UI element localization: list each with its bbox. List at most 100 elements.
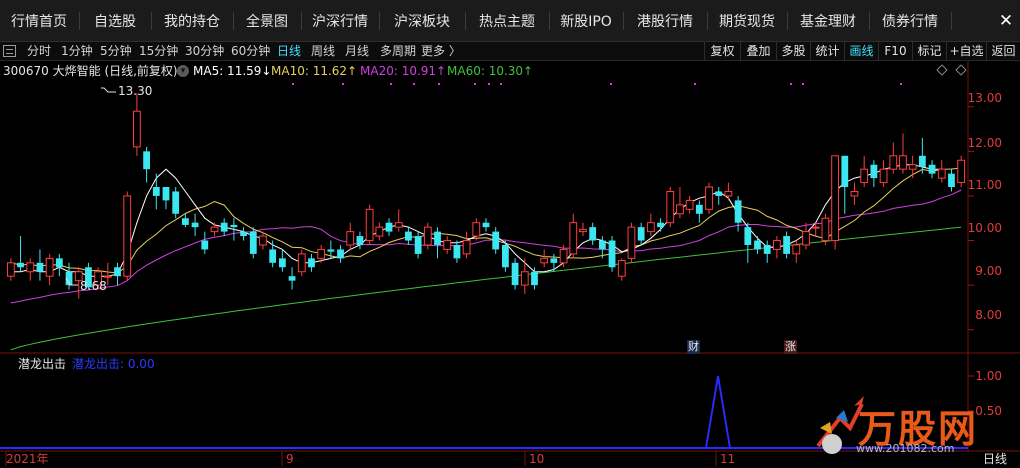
candle-body-up [520, 271, 529, 286]
candle-body-up [569, 222, 578, 255]
candle-body-down [453, 244, 461, 259]
candle-body-down [598, 240, 606, 250]
candle-body-down [288, 276, 296, 281]
candle-body-down [114, 267, 121, 277]
candle-body-up [676, 204, 684, 215]
candle-body-up [472, 222, 481, 237]
candle-body-down [278, 258, 286, 268]
candle-body-up [210, 226, 219, 233]
candle-body-down [511, 262, 519, 286]
candle-body-down [308, 258, 315, 268]
candle-body-up [889, 155, 898, 170]
candle-body-up [559, 248, 568, 264]
candle-body-up [259, 235, 267, 246]
candle-body-down [763, 244, 771, 254]
price-axis-label: 10.00 [967, 221, 1002, 235]
ma60-line [10, 226, 962, 351]
candle-body-down [870, 164, 878, 179]
signal-dot [900, 83, 902, 85]
signal-dot [790, 83, 792, 85]
candle-body-up [773, 240, 781, 250]
price-axis-label: 9.00 [975, 264, 1002, 278]
candle-body-down [249, 231, 257, 254]
ma20-line [10, 189, 962, 304]
candle-body-down [715, 191, 723, 196]
candle-body-down [608, 240, 616, 268]
candle-body-up [462, 240, 471, 255]
candle-body-down [948, 173, 955, 188]
candle-body-down [502, 244, 509, 268]
candle-body-up [133, 110, 141, 148]
x-axis-label: 2021年 [6, 452, 49, 466]
sub-indicator-spike [705, 375, 731, 449]
candle-body-up [802, 231, 810, 246]
candle-body-up [831, 155, 839, 242]
candle-body-up [540, 257, 549, 264]
candle-body-up [908, 164, 917, 170]
signal-dot [390, 83, 392, 85]
signal-dot [438, 83, 440, 85]
candle-body-up [705, 186, 713, 210]
candle-body-down [201, 240, 209, 250]
candle-body-down [182, 218, 189, 225]
sub-axis-label: 1.00 [975, 369, 1002, 383]
candle-body-down [356, 236, 364, 245]
candle-body-up [45, 257, 54, 277]
candle-body-up [317, 248, 326, 259]
signal-dot [474, 83, 476, 85]
candle-body-down [414, 236, 422, 254]
candle-body-down [327, 249, 335, 252]
price-axis-label: 12.00 [967, 136, 1002, 150]
candle-body-up [724, 190, 733, 197]
candle-body-down [240, 231, 247, 237]
candle-body-down [337, 249, 344, 259]
candle-body-up [579, 228, 587, 233]
candle-body-down [385, 222, 393, 232]
candle-body-up [792, 244, 801, 255]
price-axis-label: 11.00 [967, 178, 1002, 192]
candle-body-up [6, 262, 15, 277]
candle-body-up [423, 226, 432, 246]
candle-body-down [928, 164, 936, 174]
candle-body-down [657, 222, 664, 228]
candle-body-up [811, 226, 820, 229]
signal-dot [342, 83, 344, 85]
candle-body-up [123, 195, 132, 277]
candle-body-up [627, 226, 636, 259]
candle-body-down [172, 191, 180, 214]
candle-body-down [230, 224, 238, 228]
candle-body-down [783, 236, 790, 254]
price-axis-label: 13.00 [967, 91, 1002, 105]
candle-body-down [754, 240, 761, 250]
candle-body-down [434, 231, 441, 245]
candle-body-down [841, 155, 849, 188]
signal-dot [694, 83, 696, 85]
candle-body-down [492, 231, 500, 250]
high-price-annotation: 13.30 [118, 84, 153, 98]
candle-body-down [152, 187, 160, 196]
financial-report-marker[interactable]: 财 [687, 340, 700, 354]
signal-dot [802, 83, 804, 85]
candle-body-up [26, 262, 35, 273]
candle-body-down [269, 249, 277, 263]
candle-body-down [531, 271, 538, 286]
candle-body-down [918, 155, 926, 167]
candle-body-down [744, 227, 752, 245]
candle-body-up [821, 217, 830, 242]
sub-indicator-value: 潜龙出击: 0.00 [72, 357, 155, 371]
sub-indicator-name[interactable]: 潜龙出击 [18, 356, 66, 372]
signal-dot [610, 83, 612, 85]
candle-body-up [879, 168, 888, 184]
candle-body-up [375, 226, 384, 237]
x-axis-label: 11 [720, 452, 736, 466]
low-price-annotation: 8.68 [80, 279, 107, 293]
x-axis-label: 9 [286, 452, 294, 466]
candle-body-down [191, 222, 199, 228]
candle-body-up [685, 199, 694, 210]
limit-up-marker[interactable]: 涨 [784, 340, 797, 354]
price-axis-label: 8.00 [975, 308, 1002, 322]
signal-dot [500, 83, 502, 85]
candle-body-down [550, 258, 558, 263]
candle-body-up [103, 275, 112, 278]
candle-body-down [405, 231, 412, 241]
